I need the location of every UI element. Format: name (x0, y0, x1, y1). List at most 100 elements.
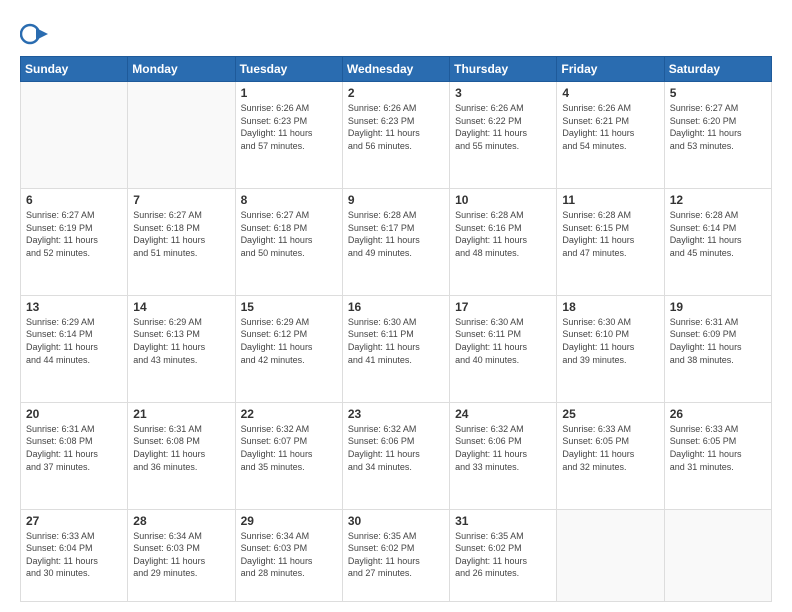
cell-info: Sunrise: 6:26 AM Sunset: 6:23 PM Dayligh… (241, 102, 337, 152)
calendar-cell: 29 Sunrise: 6:34 AM Sunset: 6:03 PM Dayli… (235, 509, 342, 601)
col-header-sunday: Sunday (21, 57, 128, 82)
day-number: 23 (348, 407, 444, 421)
day-number: 8 (241, 193, 337, 207)
cell-info: Sunrise: 6:27 AM Sunset: 6:18 PM Dayligh… (241, 209, 337, 259)
day-number: 7 (133, 193, 229, 207)
cell-info: Sunrise: 6:31 AM Sunset: 6:09 PM Dayligh… (670, 316, 766, 366)
day-number: 22 (241, 407, 337, 421)
cell-info: Sunrise: 6:28 AM Sunset: 6:15 PM Dayligh… (562, 209, 658, 259)
col-header-thursday: Thursday (450, 57, 557, 82)
day-number: 1 (241, 86, 337, 100)
calendar-cell: 7 Sunrise: 6:27 AM Sunset: 6:18 PM Daylig… (128, 188, 235, 295)
cell-info: Sunrise: 6:28 AM Sunset: 6:16 PM Dayligh… (455, 209, 551, 259)
calendar-cell: 4 Sunrise: 6:26 AM Sunset: 6:21 PM Daylig… (557, 82, 664, 189)
calendar-cell (21, 82, 128, 189)
cell-info: Sunrise: 6:32 AM Sunset: 6:06 PM Dayligh… (455, 423, 551, 473)
cell-info: Sunrise: 6:35 AM Sunset: 6:02 PM Dayligh… (348, 530, 444, 580)
calendar-cell: 17Sunrise: 6:30 AM Sunset: 6:11 PM Dayli… (450, 295, 557, 402)
calendar-cell: 26 Sunrise: 6:33 AM Sunset: 6:05 PM Dayli… (664, 402, 771, 509)
col-header-saturday: Saturday (664, 57, 771, 82)
calendar-cell: 24 Sunrise: 6:32 AM Sunset: 6:06 PM Dayli… (450, 402, 557, 509)
day-number: 17 (455, 300, 551, 314)
calendar-cell: 22 Sunrise: 6:32 AM Sunset: 6:07 PM Dayli… (235, 402, 342, 509)
cell-info: Sunrise: 6:33 AM Sunset: 6:05 PM Dayligh… (670, 423, 766, 473)
calendar-cell (664, 509, 771, 601)
day-number: 9 (348, 193, 444, 207)
calendar-cell: 23Sunrise: 6:32 AM Sunset: 6:06 PM Dayli… (342, 402, 449, 509)
calendar-cell: 16 Sunrise: 6:30 AM Sunset: 6:11 PM Dayli… (342, 295, 449, 402)
day-number: 20 (26, 407, 122, 421)
calendar-cell: 27 Sunrise: 6:33 AM Sunset: 6:04 PM Dayli… (21, 509, 128, 601)
calendar-cell: 1 Sunrise: 6:26 AM Sunset: 6:23 PM Daylig… (235, 82, 342, 189)
cell-info: Sunrise: 6:28 AM Sunset: 6:17 PM Dayligh… (348, 209, 444, 259)
col-header-wednesday: Wednesday (342, 57, 449, 82)
day-number: 24 (455, 407, 551, 421)
cell-info: Sunrise: 6:29 AM Sunset: 6:12 PM Dayligh… (241, 316, 337, 366)
header (20, 16, 772, 48)
calendar-cell: 6 Sunrise: 6:27 AM Sunset: 6:19 PM Daylig… (21, 188, 128, 295)
page: SundayMondayTuesdayWednesdayThursdayFrid… (0, 0, 792, 612)
day-number: 30 (348, 514, 444, 528)
calendar-cell: 21Sunrise: 6:31 AM Sunset: 6:08 PM Dayli… (128, 402, 235, 509)
header-row: SundayMondayTuesdayWednesdayThursdayFrid… (21, 57, 772, 82)
day-number: 11 (562, 193, 658, 207)
cell-info: Sunrise: 6:31 AM Sunset: 6:08 PM Dayligh… (133, 423, 229, 473)
calendar-cell: 18 Sunrise: 6:30 AM Sunset: 6:10 PM Dayli… (557, 295, 664, 402)
day-number: 15 (241, 300, 337, 314)
day-number: 12 (670, 193, 766, 207)
cell-info: Sunrise: 6:26 AM Sunset: 6:23 PM Dayligh… (348, 102, 444, 152)
day-number: 5 (670, 86, 766, 100)
calendar-cell: 20 Sunrise: 6:31 AM Sunset: 6:08 PM Dayli… (21, 402, 128, 509)
day-number: 26 (670, 407, 766, 421)
calendar-cell: 19 Sunrise: 6:31 AM Sunset: 6:09 PM Dayli… (664, 295, 771, 402)
day-number: 6 (26, 193, 122, 207)
day-number: 29 (241, 514, 337, 528)
cell-info: Sunrise: 6:29 AM Sunset: 6:14 PM Dayligh… (26, 316, 122, 366)
calendar-cell: 12 Sunrise: 6:28 AM Sunset: 6:14 PM Dayli… (664, 188, 771, 295)
calendar-week-3: 13Sunrise: 6:29 AM Sunset: 6:14 PM Dayli… (21, 295, 772, 402)
calendar-cell: 14 Sunrise: 6:29 AM Sunset: 6:13 PM Dayli… (128, 295, 235, 402)
logo-icon (20, 20, 48, 48)
day-number: 18 (562, 300, 658, 314)
calendar-cell: 30 Sunrise: 6:35 AM Sunset: 6:02 PM Dayli… (342, 509, 449, 601)
day-number: 10 (455, 193, 551, 207)
day-number: 27 (26, 514, 122, 528)
cell-info: Sunrise: 6:26 AM Sunset: 6:21 PM Dayligh… (562, 102, 658, 152)
day-number: 4 (562, 86, 658, 100)
cell-info: Sunrise: 6:27 AM Sunset: 6:20 PM Dayligh… (670, 102, 766, 152)
calendar-cell: 8 Sunrise: 6:27 AM Sunset: 6:18 PM Daylig… (235, 188, 342, 295)
cell-info: Sunrise: 6:34 AM Sunset: 6:03 PM Dayligh… (241, 530, 337, 580)
calendar-cell (557, 509, 664, 601)
cell-info: Sunrise: 6:34 AM Sunset: 6:03 PM Dayligh… (133, 530, 229, 580)
cell-info: Sunrise: 6:28 AM Sunset: 6:14 PM Dayligh… (670, 209, 766, 259)
day-number: 2 (348, 86, 444, 100)
day-number: 19 (670, 300, 766, 314)
day-number: 3 (455, 86, 551, 100)
cell-info: Sunrise: 6:29 AM Sunset: 6:13 PM Dayligh… (133, 316, 229, 366)
calendar-cell: 9 Sunrise: 6:28 AM Sunset: 6:17 PM Daylig… (342, 188, 449, 295)
cell-info: Sunrise: 6:27 AM Sunset: 6:18 PM Dayligh… (133, 209, 229, 259)
cell-info: Sunrise: 6:30 AM Sunset: 6:10 PM Dayligh… (562, 316, 658, 366)
calendar-cell: 28Sunrise: 6:34 AM Sunset: 6:03 PM Dayli… (128, 509, 235, 601)
calendar-week-4: 20 Sunrise: 6:31 AM Sunset: 6:08 PM Dayli… (21, 402, 772, 509)
calendar-cell (128, 82, 235, 189)
cell-info: Sunrise: 6:27 AM Sunset: 6:19 PM Dayligh… (26, 209, 122, 259)
cell-info: Sunrise: 6:31 AM Sunset: 6:08 PM Dayligh… (26, 423, 122, 473)
calendar-cell: 10 Sunrise: 6:28 AM Sunset: 6:16 PM Dayli… (450, 188, 557, 295)
day-number: 16 (348, 300, 444, 314)
calendar-cell: 2 Sunrise: 6:26 AM Sunset: 6:23 PM Daylig… (342, 82, 449, 189)
calendar-cell: 5 Sunrise: 6:27 AM Sunset: 6:20 PM Daylig… (664, 82, 771, 189)
calendar-week-5: 27 Sunrise: 6:33 AM Sunset: 6:04 PM Dayli… (21, 509, 772, 601)
day-number: 31 (455, 514, 551, 528)
day-number: 14 (133, 300, 229, 314)
cell-info: Sunrise: 6:30 AM Sunset: 6:11 PM Dayligh… (348, 316, 444, 366)
col-header-tuesday: Tuesday (235, 57, 342, 82)
calendar-cell: 25 Sunrise: 6:33 AM Sunset: 6:05 PM Dayli… (557, 402, 664, 509)
day-number: 25 (562, 407, 658, 421)
calendar-table: SundayMondayTuesdayWednesdayThursdayFrid… (20, 56, 772, 602)
calendar-week-2: 6 Sunrise: 6:27 AM Sunset: 6:19 PM Daylig… (21, 188, 772, 295)
cell-info: Sunrise: 6:32 AM Sunset: 6:07 PM Dayligh… (241, 423, 337, 473)
cell-info: Sunrise: 6:33 AM Sunset: 6:05 PM Dayligh… (562, 423, 658, 473)
cell-info: Sunrise: 6:33 AM Sunset: 6:04 PM Dayligh… (26, 530, 122, 580)
cell-info: Sunrise: 6:35 AM Sunset: 6:02 PM Dayligh… (455, 530, 551, 580)
